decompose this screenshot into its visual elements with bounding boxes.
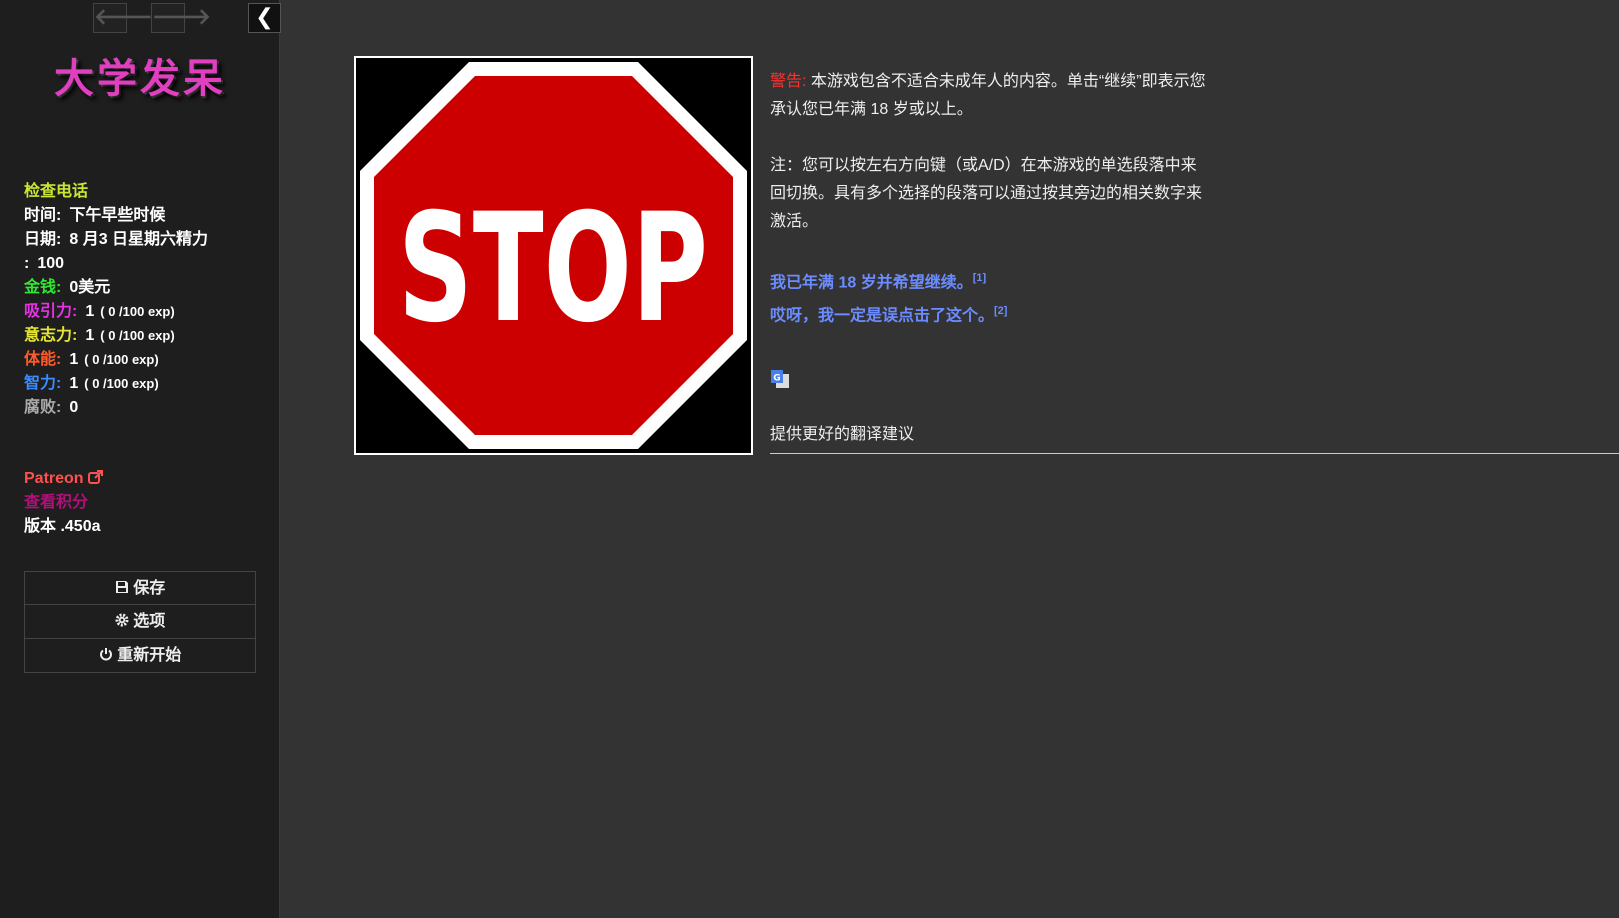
- divider: [770, 453, 1619, 454]
- stat-line: 日期: 8 月3 日星期六精力: [24, 228, 208, 252]
- stat-line: :100: [24, 252, 208, 276]
- sidebar: 🡐 🡒 ❮ 大学发呆 检查电话 时间: 下午早些时候 日期: 8 月3 日星期六精力:1…: [0, 0, 281, 918]
- stats-panel: 检查电话 时间: 下午早些时候 日期: 8 月3 日星期六精力:100 金钱: 0美元 吸引力…: [24, 180, 208, 420]
- story-title: 大学发呆: [54, 55, 226, 102]
- options-button[interactable]: 选项: [24, 605, 256, 639]
- passage-text: 警告: 本游戏包含不适合未成年人的内容。单击“继续”即表示您承认您已年满 18 …: [770, 68, 1210, 331]
- choice-exit-label: 哎呀，我一定是误点击了这个。: [770, 307, 995, 325]
- warning-paragraph: 警告: 本游戏包含不适合未成年人的内容。单击“继续”即表示您承认您已年满 18 …: [770, 68, 1210, 124]
- stat-exp: ( 0 /100 exp): [84, 352, 159, 367]
- stat-label: 日期:: [24, 231, 62, 248]
- external-link-icon: [88, 470, 104, 484]
- save-button-label: 保存: [133, 580, 166, 597]
- arrow-right-icon: 🡒: [152, 4, 211, 29]
- stat-label: 吸引力:: [24, 303, 78, 320]
- patreon-link[interactable]: Patreon: [24, 467, 104, 491]
- svg-text:G: G: [773, 374, 780, 384]
- translate-suggest-link[interactable]: 提供更好的翻译建议: [770, 420, 914, 444]
- stat-label: 金钱:: [24, 279, 62, 296]
- stat-value: 8 月3 日星期六精力: [69, 231, 209, 248]
- stat-value: 0美元: [69, 279, 111, 296]
- chevron-left-icon: ❮: [255, 4, 274, 29]
- stat-line[interactable]: 检查电话: [24, 180, 208, 204]
- stop-sign-text: STOP: [398, 182, 708, 356]
- stat-label: 时间:: [24, 207, 62, 224]
- choice-list: 我已年满 18 岁并希望继续。[1] 哎呀，我一定是误点击了这个。[2]: [770, 264, 1210, 331]
- power-icon: [99, 648, 112, 661]
- choice-continue-number: [1]: [972, 272, 987, 284]
- history-back-button[interactable]: 🡐: [93, 3, 153, 33]
- patreon-link-label: Patreon: [24, 470, 84, 487]
- gear-icon: [115, 613, 129, 627]
- stat-exp: ( 0 /100 exp): [84, 376, 159, 391]
- stat-value: 1: [85, 327, 95, 344]
- sidebar-links: Patreon 查看积分 版本 .450a: [24, 467, 104, 539]
- choice-exit-number: [2]: [994, 305, 1008, 318]
- warning-label: 警告:: [770, 73, 807, 90]
- stat-label: 意志力:: [24, 327, 78, 344]
- arrow-left-icon: 🡐: [94, 4, 153, 29]
- options-button-label: 选项: [133, 613, 166, 630]
- stat-value: 1: [85, 303, 95, 320]
- stat-value: 0: [69, 399, 79, 416]
- save-button[interactable]: 保存: [24, 571, 256, 605]
- note-paragraph: 注：您可以按左右方向键（或A/D）在本游戏的单选段落中来回切换。具有多个选择的段…: [770, 157, 1203, 230]
- restart-button-label: 重新开始: [117, 647, 182, 664]
- stat-value: 1: [69, 351, 79, 368]
- sidebar-menu: 保存 选项 重新开始: [24, 571, 256, 673]
- stat-label: 体能:: [24, 351, 62, 368]
- stat-line: 智力: 1 ( 0 /100 exp): [24, 372, 208, 396]
- stat-exp: ( 0 /100 exp): [100, 328, 175, 343]
- choice-continue-link[interactable]: 我已年满 18 岁并希望继续。[1]: [770, 264, 1210, 297]
- stat-line: 腐败: 0: [24, 396, 208, 420]
- history-forward-button[interactable]: 🡒: [151, 3, 211, 33]
- stat-label: 腐败:: [24, 399, 62, 416]
- choice-continue-label: 我已年满 18 岁并希望继续。: [770, 274, 973, 292]
- choice-exit-link[interactable]: 哎呀，我一定是误点击了这个。[2]: [770, 297, 1210, 330]
- stat-line: 吸引力: 1 ( 0 /100 exp): [24, 300, 208, 324]
- sidebar-collapse-button[interactable]: ❮: [248, 3, 281, 33]
- stat-exp: ( 0 /100 exp): [100, 304, 175, 319]
- stat-line: 意志力: 1 ( 0 /100 exp): [24, 324, 208, 348]
- stat-value: 下午早些时候: [69, 207, 166, 224]
- stat-line: 时间: 下午早些时候: [24, 204, 208, 228]
- stat-label: 智力:: [24, 375, 62, 392]
- restart-button[interactable]: 重新开始: [24, 639, 256, 673]
- floppy-disk-icon: [115, 581, 128, 593]
- stat-value: 1: [69, 375, 79, 392]
- version-text: 版本 .450a: [24, 518, 101, 535]
- view-scores-link[interactable]: 查看积分: [24, 491, 104, 515]
- stat-label: :: [24, 255, 30, 272]
- google-translate-icon[interactable]: G: [770, 369, 790, 394]
- stat-label: 检查电话: [24, 183, 89, 200]
- stat-line: 体能: 1 ( 0 /100 exp): [24, 348, 208, 372]
- warning-text: 本游戏包含不适合未成年人的内容。单击“继续”即表示您承认您已年满 18 岁或以上…: [770, 73, 1206, 118]
- stop-sign-image: STOP: [354, 56, 753, 455]
- stat-value: 100: [37, 255, 65, 272]
- stat-line: 金钱: 0美元: [24, 276, 208, 300]
